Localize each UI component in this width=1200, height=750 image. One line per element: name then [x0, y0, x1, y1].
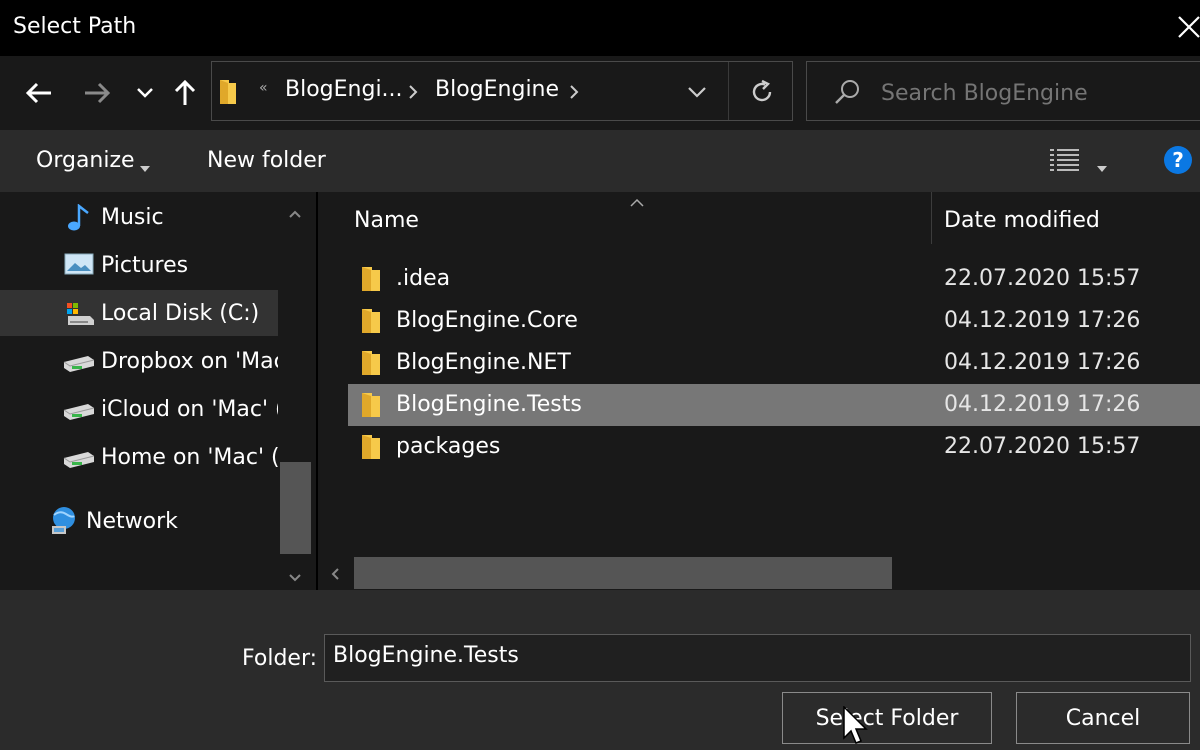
file-name: BlogEngine.NET	[396, 350, 571, 375]
folder-icon	[360, 308, 382, 334]
breadcrumb-item[interactable]: BlogEngi...	[285, 77, 403, 102]
sidebar-item-label: Local Disk (C:)	[101, 301, 260, 326]
navigation-pane: Music Pictures Local Disk (C:) Dropbox o…	[0, 192, 316, 590]
sidebar-item-label: Music	[101, 205, 164, 230]
address-dropdown-chevron-icon[interactable]	[686, 84, 708, 103]
folder-icon	[360, 350, 382, 376]
music-note-icon	[62, 203, 94, 232]
address-divider	[728, 62, 729, 120]
title-bar	[0, 0, 1200, 56]
sidebar-item-local-disk[interactable]: Local Disk (C:)	[0, 290, 278, 336]
new-folder-button[interactable]: New folder	[207, 148, 326, 173]
breadcrumb-overflow-icon[interactable]: «	[259, 80, 268, 96]
back-arrow-icon[interactable]	[22, 76, 56, 110]
search-box[interactable]	[806, 61, 1200, 121]
breadcrumb-chevron-icon[interactable]	[406, 82, 420, 106]
refresh-icon[interactable]	[749, 79, 775, 109]
navigation-scrollbar[interactable]	[278, 192, 316, 590]
search-input[interactable]	[879, 72, 1193, 114]
network-drive-icon	[62, 400, 95, 428]
folder-icon	[218, 79, 238, 105]
file-name: BlogEngine.Core	[396, 308, 578, 333]
file-date-modified: 04.12.2019 17:26	[944, 308, 1141, 333]
column-divider[interactable]	[931, 192, 932, 244]
file-name: packages	[396, 434, 501, 459]
folder-icon	[360, 266, 382, 292]
sidebar-item-label: Home on 'Mac' (	[101, 445, 278, 470]
network-icon	[48, 506, 80, 534]
network-drive-icon	[62, 352, 95, 380]
folder-icon	[360, 434, 382, 460]
pictures-icon	[64, 252, 96, 280]
window-title: Select Path	[13, 14, 137, 39]
horizontal-scroll-thumb[interactable]	[354, 557, 892, 589]
close-icon[interactable]	[1172, 10, 1200, 44]
list-item-selected[interactable]: BlogEngine.Tests 04.12.2019 17:26	[348, 384, 1200, 426]
mouse-cursor-icon	[843, 705, 869, 750]
list-item[interactable]: packages 22.07.2020 15:57	[348, 426, 1200, 468]
organize-dropdown-icon[interactable]	[140, 157, 150, 176]
cancel-button[interactable]: Cancel	[1016, 692, 1190, 744]
sidebar-item-label: iCloud on 'Mac' (	[101, 397, 278, 422]
scroll-up-icon[interactable]	[288, 204, 302, 223]
sidebar-item-pictures[interactable]: Pictures	[0, 242, 278, 288]
column-header-name[interactable]: Name	[354, 208, 419, 233]
file-name: BlogEngine.Tests	[396, 392, 582, 417]
file-name: .idea	[396, 266, 451, 291]
select-folder-button[interactable]: Select Folder	[782, 692, 992, 744]
view-options-dropdown-icon[interactable]	[1097, 157, 1107, 176]
local-disk-icon	[64, 300, 96, 328]
list-item[interactable]: BlogEngine.Core 04.12.2019 17:26	[348, 300, 1200, 342]
sidebar-item-label: Pictures	[101, 253, 189, 278]
scroll-down-icon[interactable]	[288, 568, 302, 587]
help-icon[interactable]: ?	[1164, 146, 1192, 174]
sidebar-item-icloud[interactable]: iCloud on 'Mac' (	[0, 386, 278, 432]
network-drive-icon	[62, 448, 95, 476]
scroll-left-icon[interactable]	[330, 566, 340, 585]
folder-field-label: Folder:	[242, 646, 318, 671]
folder-icon	[360, 392, 382, 418]
list-item[interactable]: .idea 22.07.2020 15:57	[348, 258, 1200, 300]
organize-button[interactable]: Organize	[36, 148, 135, 173]
sidebar-item-music[interactable]: Music	[0, 194, 278, 240]
recent-locations-chevron-icon[interactable]	[128, 76, 162, 110]
file-date-modified: 04.12.2019 17:26	[944, 392, 1141, 417]
sidebar-item-network[interactable]: Network	[0, 498, 278, 544]
column-header-date-modified[interactable]: Date modified	[944, 208, 1100, 233]
sidebar-item-home[interactable]: Home on 'Mac' (	[0, 434, 278, 480]
search-icon	[833, 78, 861, 110]
command-toolbar: Organize New folder ?	[0, 130, 1200, 192]
file-date-modified: 22.07.2020 15:57	[944, 434, 1141, 459]
sidebar-item-label: Network	[86, 509, 178, 534]
sidebar-item-dropbox[interactable]: Dropbox on 'Mac	[0, 338, 278, 384]
address-bar[interactable]: « BlogEngi... BlogEngine	[211, 61, 793, 121]
file-date-modified: 22.07.2020 15:57	[944, 266, 1141, 291]
list-item[interactable]: BlogEngine.NET 04.12.2019 17:26	[348, 342, 1200, 384]
file-date-modified: 04.12.2019 17:26	[944, 350, 1141, 375]
up-arrow-icon[interactable]	[168, 76, 202, 110]
breadcrumb-chevron-icon[interactable]	[567, 82, 581, 106]
sidebar-item-label: Dropbox on 'Mac	[101, 349, 278, 374]
scroll-thumb[interactable]	[280, 462, 311, 554]
forward-arrow-icon[interactable]	[80, 76, 114, 110]
breadcrumb-item[interactable]: BlogEngine	[435, 77, 559, 102]
view-details-icon[interactable]	[1050, 148, 1080, 176]
folder-input[interactable]	[324, 634, 1191, 682]
sort-ascending-icon	[630, 192, 644, 211]
